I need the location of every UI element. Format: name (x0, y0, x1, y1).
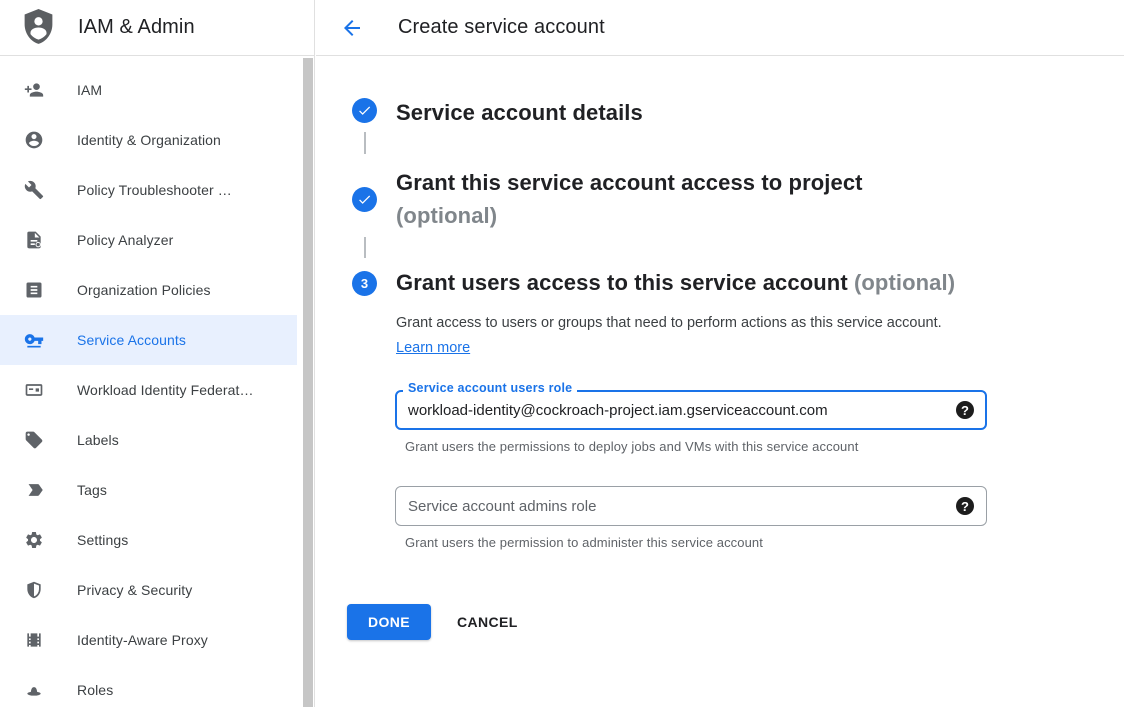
sidebar-item-label: Identity & Organization (77, 132, 221, 148)
back-button[interactable] (340, 16, 364, 40)
sidebar-item-organization-policies[interactable]: Organization Policies (0, 265, 297, 315)
admins-role-field: ? (395, 486, 987, 526)
sidebar-item-label: Organization Policies (77, 282, 211, 298)
step3-description: Grant access to users or groups that nee… (396, 311, 944, 361)
sidebar-item-policy-analyzer[interactable]: Policy Analyzer (0, 215, 297, 265)
sidebar-item-label: Labels (77, 432, 119, 448)
key-icon (23, 329, 45, 351)
cancel-button[interactable]: CANCEL (449, 604, 526, 640)
gear-icon (23, 529, 45, 551)
admins-role-input[interactable] (397, 488, 943, 524)
label-arrow-icon (23, 479, 45, 501)
sidebar-header: IAM & Admin (0, 0, 314, 56)
sidebar-item-label: Policy Troubleshooter … (77, 182, 232, 198)
shield-icon (23, 579, 45, 601)
person-add-icon (23, 79, 45, 101)
create-service-account-form: Service account details Grant this servi… (316, 56, 1124, 707)
account-circle-icon (23, 129, 45, 151)
help-icon[interactable]: ? (956, 401, 974, 419)
sidebar-item-tags[interactable]: Tags (0, 465, 297, 515)
hat-icon (23, 679, 45, 701)
sidebar-item-label: Policy Analyzer (77, 232, 173, 248)
tag-icon (23, 429, 45, 451)
sidebar-item-label: IAM (77, 82, 102, 98)
iam-admin-sidebar: IAM & Admin IAM Identity & Organization … (0, 0, 315, 707)
step2-title-text: Grant this service account access to pro… (396, 170, 863, 195)
learn-more-link[interactable]: Learn more (396, 340, 470, 356)
iam-admin-shield-icon (20, 7, 57, 48)
sidebar-item-label: Identity-Aware Proxy (77, 632, 208, 648)
step-connector (364, 237, 366, 258)
step2-title: Grant this service account access to pro… (396, 166, 863, 232)
sidebar-item-privacy-security[interactable]: Privacy & Security (0, 565, 297, 615)
sidebar-item-label: Settings (77, 532, 128, 548)
step3-number: 3 (361, 276, 368, 291)
wrench-icon (23, 179, 45, 201)
step3-number-badge: 3 (352, 271, 377, 296)
done-button[interactable]: DONE (347, 604, 431, 640)
sidebar-item-labels[interactable]: Labels (0, 415, 297, 465)
step2-completed-check-icon (352, 187, 377, 212)
step-connector (364, 132, 366, 154)
article-icon (23, 279, 45, 301)
sidebar-scrollbar[interactable] (303, 58, 313, 707)
users-role-helper-text: Grant users the permissions to deploy jo… (405, 439, 858, 454)
sidebar-item-identity-aware-proxy[interactable]: Identity-Aware Proxy (0, 615, 297, 665)
step3-description-text: Grant access to users or groups that nee… (396, 315, 942, 331)
sidebar-item-label: Service Accounts (77, 332, 186, 348)
sidebar-item-iam[interactable]: IAM (0, 65, 297, 115)
step2-optional-label: (optional) (396, 199, 863, 232)
document-gear-icon (23, 229, 45, 251)
sidebar-item-label: Roles (77, 682, 113, 698)
admins-role-helper-text: Grant users the permission to administer… (405, 535, 763, 550)
filmstrip-icon (23, 629, 45, 651)
sidebar-item-settings[interactable]: Settings (0, 515, 297, 565)
users-role-field-label: Service account users role (403, 381, 577, 395)
step3-optional-label: (optional) (854, 270, 955, 295)
sidebar-item-label: Privacy & Security (77, 582, 192, 598)
arrow-back-icon (340, 16, 364, 40)
sidebar-item-label: Workload Identity Federat… (77, 382, 254, 398)
step3-title-text: Grant users access to this service accou… (396, 270, 848, 295)
users-role-input[interactable] (397, 392, 943, 428)
sidebar-item-label: Tags (77, 482, 107, 498)
sidebar-nav: IAM Identity & Organization Policy Troub… (0, 65, 297, 707)
sidebar-item-policy-troubleshooter[interactable]: Policy Troubleshooter … (0, 165, 297, 215)
users-role-field: Service account users role ? (395, 390, 987, 430)
main-panel: Create service account Service account d… (316, 0, 1124, 707)
help-icon[interactable]: ? (956, 497, 974, 515)
sidebar-item-identity-organization[interactable]: Identity & Organization (0, 115, 297, 165)
sidebar-item-roles[interactable]: Roles (0, 665, 297, 707)
badge-card-icon (23, 379, 45, 401)
page-title: Create service account (398, 16, 605, 39)
step1-title: Service account details (396, 96, 643, 129)
step1-completed-check-icon (352, 98, 377, 123)
sidebar-title: IAM & Admin (78, 16, 195, 39)
page-header: Create service account (316, 0, 1124, 56)
gcp-console-window: IAM & Admin IAM Identity & Organization … (0, 0, 1124, 707)
sidebar-item-workload-identity-federation[interactable]: Workload Identity Federat… (0, 365, 297, 415)
step3-title: Grant users access to this service accou… (396, 266, 955, 299)
sidebar-item-service-accounts[interactable]: Service Accounts (0, 315, 297, 365)
